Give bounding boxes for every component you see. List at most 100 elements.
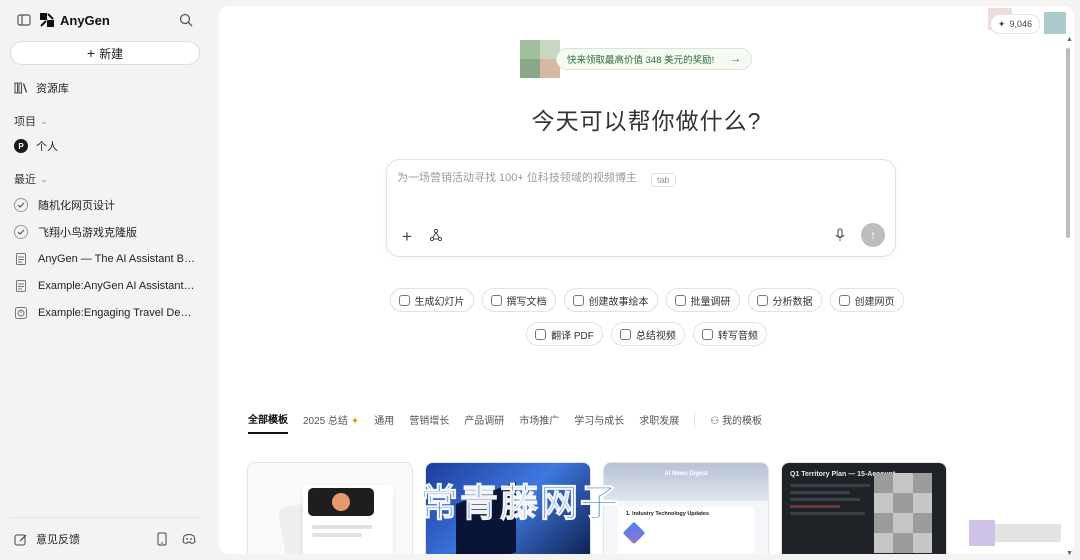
recent-item[interactable]: AnyGen — The AI Assistant Bui... [10, 245, 200, 272]
prompt-input[interactable] [397, 172, 667, 184]
tab-label: 我的模板 [721, 416, 762, 427]
add-attachment-icon[interactable]: + [402, 227, 412, 247]
chart-icon [756, 294, 768, 306]
scrollbar[interactable] [1065, 48, 1071, 248]
search-icon[interactable] [176, 10, 196, 30]
tab-market-promotion[interactable]: 市场推广 [519, 412, 559, 433]
quick-actions: 生成幻灯片 撰写文档 创建故事绘本 批量调研 分析数据 创建网页 翻译 PDF … [219, 288, 1074, 346]
video-icon [619, 328, 631, 340]
card-header: AI News Digest [604, 463, 768, 501]
sparkle-icon: ✦ [997, 18, 1006, 29]
watermark: 常青藤网子 [419, 481, 621, 526]
action-translate-pdf[interactable]: 翻译 PDF [526, 322, 603, 346]
recent-item[interactable]: Example:Engaging Travel Desti... [10, 299, 200, 326]
tab-product-research[interactable]: 产品调研 [464, 412, 504, 433]
projects-section[interactable]: 项目 ⌄ [10, 109, 200, 133]
template-card[interactable]: Q1 Territory Plan — 15-Account [781, 462, 947, 554]
promo-banner[interactable]: 快来领取最高价值 348 美元的奖励! → [520, 40, 762, 78]
chip-label: 创建网页 [854, 296, 895, 308]
action-storybook[interactable]: 创建故事绘本 [563, 288, 658, 312]
tab-label: 2025 总结 [303, 416, 349, 427]
recent-item-label: Example:AnyGen AI Assistant f... [38, 279, 196, 292]
new-button[interactable]: + 新建 [10, 41, 200, 65]
bottom-icons [156, 532, 196, 546]
document-icon [14, 252, 28, 266]
tab-career[interactable]: 求职发展 [639, 412, 679, 433]
library-icon [14, 82, 28, 94]
action-batch-research[interactable]: 批量调研 [665, 288, 740, 312]
section-label: 项目 [14, 116, 36, 128]
tab-all-templates[interactable]: 全部模板 [248, 411, 288, 434]
action-analyze-data[interactable]: 分析数据 [747, 288, 822, 312]
composer: tab + ↑ [386, 159, 896, 257]
tab-learning-growth[interactable]: 学习与成长 [574, 412, 624, 433]
chip-label: 转写音频 [717, 330, 758, 342]
action-write-doc[interactable]: 撰写文档 [481, 288, 556, 312]
scrollbar-thumb[interactable] [1066, 48, 1070, 238]
tabs-divider [694, 412, 696, 427]
sidebar-top: AnyGen [10, 0, 200, 40]
tab-my-templates[interactable]: ⚇ 我的模板 [710, 412, 762, 433]
action-transcribe-audio[interactable]: 转写音频 [692, 322, 767, 346]
sidebar-toggle-icon[interactable] [14, 10, 34, 30]
new-button-label: 新建 [99, 46, 124, 61]
action-create-webpage[interactable]: 创建网页 [829, 288, 904, 312]
send-button[interactable]: ↑ [861, 223, 885, 247]
scroll-down-icon[interactable]: ▼ [1066, 550, 1073, 557]
recent-item-label: 飞翔小鸟游戏克隆版 [38, 226, 137, 239]
promo-pill[interactable]: 快来领取最高价值 348 美元的奖励! → [556, 48, 753, 70]
translate-icon [535, 328, 547, 340]
tab-hint: tab [651, 173, 676, 187]
slides-icon [398, 294, 410, 306]
connectors-icon[interactable] [429, 228, 443, 245]
sidebar-item-label: 资源库 [36, 83, 69, 95]
recent-item[interactable]: 随机化网页设计 [10, 191, 200, 218]
card-illustration [308, 488, 374, 516]
book-icon [572, 294, 584, 306]
quick-actions-row-1: 生成幻灯片 撰写文档 创建故事绘本 批量调研 分析数据 创建网页 [389, 288, 904, 312]
action-summarize-video[interactable]: 总结视频 [610, 322, 685, 346]
sidebar-divider [10, 517, 200, 518]
template-tabs: 全部模板 2025 总结 ✦ 通用 营销增长 产品调研 市场推广 学习与成长 求… [248, 411, 762, 434]
chip-label: 撰写文档 [506, 296, 547, 308]
sparkle-icon: ✦ [350, 416, 360, 427]
template-card[interactable] [247, 462, 413, 554]
recent-section[interactable]: 最近 ⌄ [10, 167, 200, 191]
microphone-icon[interactable] [834, 228, 846, 245]
chip-label: 分析数据 [772, 296, 813, 308]
sidebar-item-library[interactable]: 资源库 [10, 75, 200, 101]
blurred-avatar[interactable] [1044, 12, 1066, 34]
blurred-region [874, 473, 932, 553]
document-icon [14, 279, 28, 293]
action-generate-slides[interactable]: 生成幻灯片 [389, 288, 474, 312]
chip-label: 总结视频 [635, 330, 676, 342]
audio-icon [701, 328, 713, 340]
recent-item-label: Example:Engaging Travel Desti... [38, 306, 196, 319]
page-title: 今天可以帮你做什么? [531, 108, 762, 134]
feedback-label: 意见反馈 [36, 534, 80, 546]
card-illustration [790, 484, 870, 487]
template-card[interactable]: AI News Digest 1. Industry Technology Up… [603, 462, 769, 554]
chip-label: 翻译 PDF [551, 330, 594, 342]
tab-2025-summary[interactable]: 2025 总结 ✦ [303, 412, 359, 433]
check-circle-icon [14, 224, 28, 239]
promo-text: 快来领取最高价值 348 美元的奖励! [567, 55, 715, 66]
chip-label: 批量调研 [690, 296, 731, 308]
chart-pie-icon [14, 306, 28, 320]
check-circle-icon [14, 197, 28, 212]
recent-item[interactable]: 飞翔小鸟游戏克隆版 [10, 218, 200, 245]
promo-thumbnail [520, 40, 560, 78]
brand-name: AnyGen [60, 12, 110, 28]
discord-icon[interactable] [182, 532, 196, 546]
tab-marketing-growth[interactable]: 营销增长 [409, 412, 449, 433]
sidebar-item-personal[interactable]: P 个人 [10, 133, 200, 159]
arrow-right-icon: → [730, 53, 742, 65]
recent-item[interactable]: Example:AnyGen AI Assistant f... [10, 272, 200, 299]
feedback-button[interactable]: 意见反馈 [14, 531, 80, 547]
credits-badge[interactable]: ✦ 9,046 [989, 14, 1040, 34]
tab-general[interactable]: 通用 [374, 412, 394, 433]
card-illustration [790, 505, 840, 508]
mobile-icon[interactable] [156, 532, 168, 546]
scroll-up-icon[interactable]: ▲ [1066, 36, 1073, 43]
recent-item-label: 随机化网页设计 [38, 199, 115, 212]
